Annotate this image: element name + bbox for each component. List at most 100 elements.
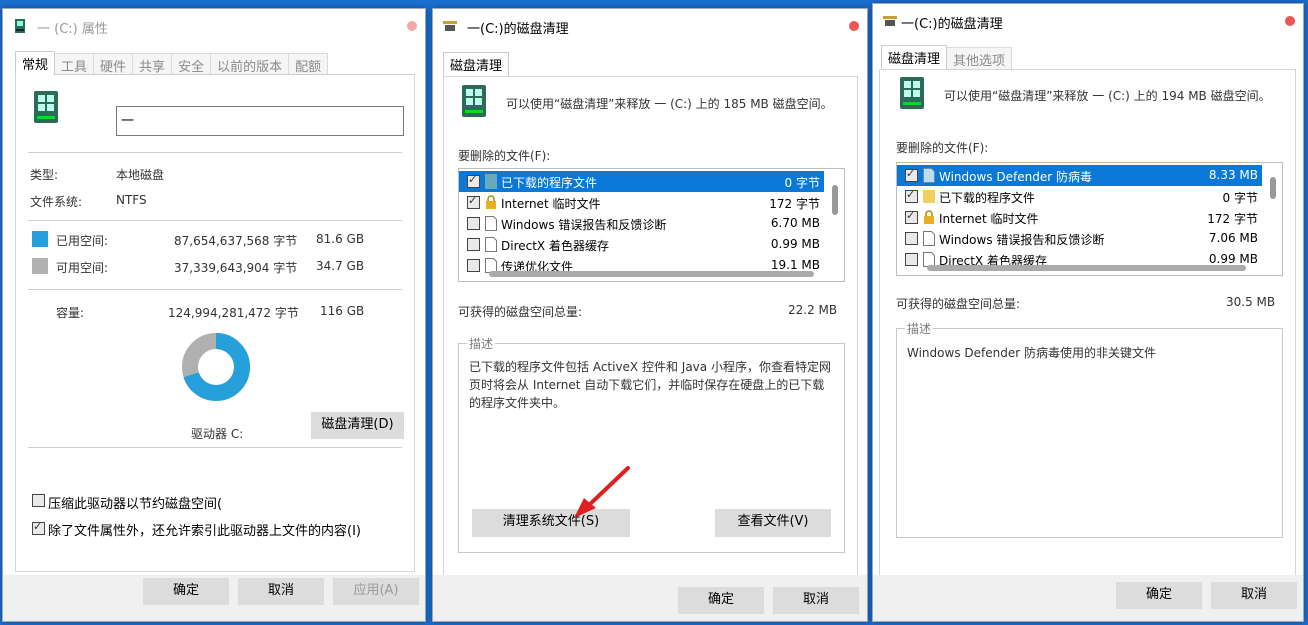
list-item[interactable]: Windows Defender 防病毒 8.33 MB: [897, 165, 1262, 186]
item-checkbox[interactable]: [467, 173, 480, 188]
total-label: 可获得的磁盘空间总量:: [896, 297, 1021, 311]
item-name: 已下载的程序文件: [501, 176, 598, 190]
tab-quota[interactable]: 配额: [288, 53, 329, 75]
item-checkbox[interactable]: [467, 259, 480, 272]
capacity-bytes: 124,994,281,472 字节: [168, 306, 299, 320]
list-item[interactable]: 已下载的程序文件 0 字节: [897, 186, 1262, 207]
disk-cleanup-system-window: 一(C:)的磁盘清理 磁盘清理 其他选项 可以使用“磁盘清理”来释放 一 (C:…: [872, 3, 1304, 622]
list-item[interactable]: Windows 错误报告和反馈诊断 7.06 MB: [897, 228, 1262, 249]
used-color-swatch: [32, 231, 48, 247]
window-title: 一 (C:) 属性: [37, 22, 108, 37]
ok-button[interactable]: 确定: [143, 578, 229, 605]
disk-cleanup-button[interactable]: 磁盘清理(D): [311, 412, 404, 439]
list-item[interactable]: 已下载的程序文件 0 字节: [459, 171, 824, 192]
free-color-swatch: [32, 258, 48, 274]
item-name: Windows Defender 防病毒: [939, 170, 1092, 184]
cancel-button[interactable]: 取消: [773, 587, 859, 614]
tab-disk-cleanup[interactable]: 磁盘清理: [443, 52, 510, 76]
ok-button[interactable]: 确定: [678, 587, 764, 614]
capacity-label: 容量:: [56, 306, 85, 320]
item-checkbox[interactable]: [467, 194, 480, 209]
item-size: 0 字节: [784, 176, 820, 190]
tab-general[interactable]: 常规: [15, 51, 56, 75]
horizontal-scrollbar[interactable]: [927, 265, 1246, 271]
tab-previous-versions[interactable]: 以前的版本: [210, 53, 290, 75]
tab-hardware[interactable]: 硬件: [93, 53, 134, 75]
item-checkbox[interactable]: [905, 253, 918, 266]
drive-name-input[interactable]: 一: [116, 106, 404, 136]
tab-sharing[interactable]: 共享: [132, 53, 173, 75]
divider: [28, 220, 402, 221]
window-title: 一(C:)的磁盘清理: [467, 22, 569, 37]
list-item[interactable]: Internet 临时文件 172 字节: [897, 207, 1262, 228]
drive-icon: [462, 85, 486, 117]
item-size: 8.33 MB: [1208, 168, 1258, 182]
item-checkbox[interactable]: [905, 232, 918, 245]
item-checkbox[interactable]: [905, 167, 918, 182]
item-size: 19.1 MB: [770, 258, 820, 272]
file-list[interactable]: 已下载的程序文件 0 字节 Internet 临时文件 172 字节 Windo…: [458, 168, 845, 282]
list-item[interactable]: Windows 错误报告和反馈诊断 6.70 MB: [459, 213, 824, 234]
used-bytes: 87,654,637,568 字节: [174, 234, 298, 248]
ok-button[interactable]: 确定: [1116, 582, 1202, 609]
tab-disk-cleanup[interactable]: 磁盘清理: [881, 45, 948, 69]
button-bar: 确定 取消: [873, 575, 1303, 621]
description-text: Windows Defender 防病毒使用的非关键文件: [907, 346, 1156, 360]
divider: [28, 447, 402, 448]
item-checkbox[interactable]: [467, 217, 480, 230]
folder-icon: [923, 190, 935, 203]
file-icon: [485, 216, 497, 231]
total-label: 可获得的磁盘空间总量:: [458, 305, 583, 319]
intro-text: 可以使用“磁盘清理”来释放 一 (C:) 上的 185 MB 磁盘空间。: [506, 97, 833, 111]
item-size: 0 字节: [1222, 191, 1258, 205]
list-item[interactable]: Internet 临时文件 172 字节: [459, 192, 824, 213]
title-bar[interactable]: 一 (C:) 属性: [3, 9, 425, 43]
files-label: 要删除的文件(F):: [896, 141, 989, 155]
cancel-button[interactable]: 取消: [1211, 582, 1297, 609]
item-name: Windows 错误报告和反馈诊断: [939, 233, 1105, 247]
drive-label: 驱动器 C:: [191, 427, 244, 441]
drive-icon: [15, 19, 25, 33]
properties-window: 一 (C:) 属性 常规 工具 硬件 共享 安全 以前的版本 配额 一 类型: …: [2, 8, 426, 622]
vertical-scrollbar[interactable]: [832, 185, 838, 215]
tab-more-options[interactable]: 其他选项: [946, 47, 1013, 69]
item-checkbox[interactable]: [905, 209, 918, 224]
description-label: 描述: [905, 320, 934, 337]
horizontal-scrollbar[interactable]: [489, 271, 814, 277]
vertical-scrollbar[interactable]: [1270, 177, 1276, 199]
description-group: 描述 Windows Defender 防病毒使用的非关键文件: [896, 320, 1283, 538]
item-checkbox[interactable]: [467, 238, 480, 251]
cleanup-panel: 可以使用“磁盘清理”来释放 一 (C:) 上的 194 MB 磁盘空间。 要删除…: [879, 69, 1296, 576]
tab-tools[interactable]: 工具: [54, 53, 95, 75]
compress-checkbox[interactable]: [32, 494, 45, 507]
file-icon: [923, 231, 935, 246]
folder-icon: [485, 174, 497, 189]
total-value: 22.2 MB: [788, 303, 838, 317]
cleanup-icon: [883, 16, 897, 26]
type-value: 本地磁盘: [116, 168, 165, 182]
close-icon[interactable]: [849, 21, 859, 31]
index-label: 除了文件属性外，还允许索引此驱动器上文件的内容(I): [48, 524, 361, 539]
button-bar: 确定 取消: [433, 575, 867, 621]
item-size: 7.06 MB: [1208, 231, 1258, 245]
file-list[interactable]: Windows Defender 防病毒 8.33 MB 已下载的程序文件 0 …: [896, 162, 1283, 276]
close-icon[interactable]: [1285, 16, 1295, 26]
index-checkbox[interactable]: [32, 520, 45, 535]
tab-strip: 磁盘清理 其他选项: [881, 45, 1013, 69]
title-bar[interactable]: 一(C:)的磁盘清理: [433, 9, 867, 43]
item-name: Internet 临时文件: [501, 197, 601, 211]
view-files-button[interactable]: 查看文件(V): [715, 509, 831, 537]
list-item[interactable]: DirectX 着色器缓存 0.99 MB: [459, 234, 824, 255]
item-checkbox[interactable]: [905, 188, 918, 203]
cancel-button[interactable]: 取消: [238, 578, 324, 605]
description-group: 描述 已下载的程序文件包括 ActiveX 控件和 Java 小程序，你查看特定…: [458, 335, 845, 553]
close-icon[interactable]: [407, 21, 417, 31]
item-size: 172 字节: [769, 197, 820, 211]
general-panel: 一 类型: 本地磁盘 文件系统: NTFS 已用空间: 87,654,637,5…: [15, 74, 415, 572]
window-title: 一(C:)的磁盘清理: [901, 17, 1003, 32]
title-bar[interactable]: 一(C:)的磁盘清理: [873, 4, 1303, 38]
file-icon: [923, 168, 935, 183]
tab-security[interactable]: 安全: [171, 53, 212, 75]
item-size: 6.70 MB: [770, 216, 820, 230]
apply-button[interactable]: 应用(A): [333, 578, 419, 605]
